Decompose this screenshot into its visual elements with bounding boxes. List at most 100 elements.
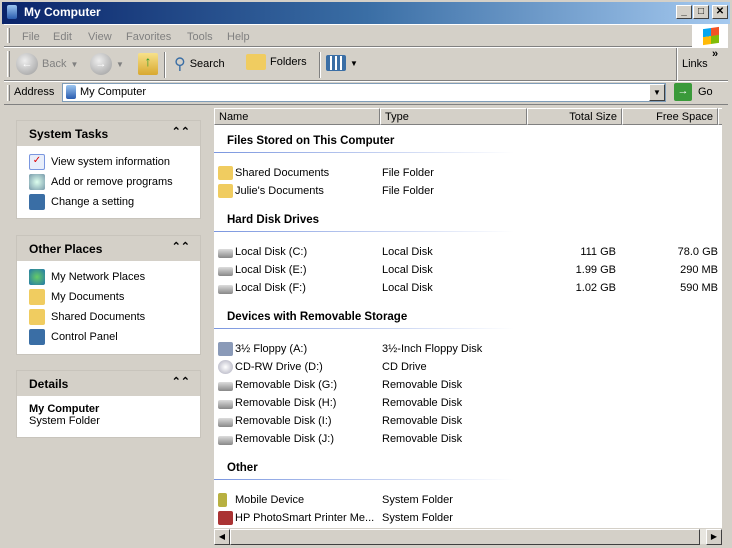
item-free-space: 78.0 GB: [677, 246, 718, 258]
item-free-space: 290 MB: [680, 264, 718, 276]
collapse-chevron-icon[interactable]: ⌃⌃: [172, 375, 190, 388]
folders-button[interactable]: Folders: [246, 54, 307, 70]
file-list: Name Type Total Size Free Space C Files …: [214, 108, 722, 528]
link-label: My Network Places: [51, 271, 146, 283]
control-panel-link[interactable]: Control Panel: [17, 327, 200, 347]
group-header: Other: [227, 462, 258, 474]
item-type: Removable Disk: [382, 397, 463, 409]
list-item[interactable]: Local Disk (E:) Local Disk 1.99 GB 290 M…: [218, 262, 718, 280]
address-input[interactable]: My Computer ▼: [62, 83, 666, 102]
menu-favorites[interactable]: Favorites: [126, 31, 171, 43]
my-computer-icon: [7, 5, 17, 19]
other-places-header[interactable]: Other Places ⌃⌃: [17, 236, 200, 261]
menu-help[interactable]: Help: [227, 31, 250, 43]
list-item[interactable]: CD-RW Drive (D:) CD Drive: [218, 359, 718, 377]
my-network-places-link[interactable]: My Network Places: [17, 267, 200, 287]
list-item[interactable]: Shared Documents File Folder: [218, 165, 718, 183]
address-value: My Computer: [80, 86, 147, 98]
maximize-button[interactable]: □: [693, 5, 709, 19]
dropdown-arrow-icon[interactable]: ▼: [116, 60, 124, 69]
list-item[interactable]: HP PhotoSmart Printer Me... System Folde…: [218, 510, 718, 528]
item-name: 3½ Floppy (A:): [235, 343, 308, 355]
column-header-total-size[interactable]: Total Size: [527, 108, 622, 125]
group-divider: [214, 479, 514, 480]
item-name: Removable Disk (J:): [235, 433, 335, 445]
link-label: Change a setting: [51, 196, 135, 208]
minimize-button[interactable]: _: [676, 5, 692, 19]
address-dropdown-button[interactable]: ▼: [649, 84, 665, 101]
group-divider: [214, 328, 514, 329]
go-button[interactable]: → Go: [674, 83, 713, 101]
menu-edit[interactable]: Edit: [53, 31, 72, 43]
other-places-panel: Other Places ⌃⌃ My Network Places My Docu…: [16, 235, 201, 355]
links-chevron-icon[interactable]: »: [712, 48, 718, 60]
item-total-size: 111 GB: [580, 246, 616, 258]
dropdown-arrow-icon[interactable]: ▼: [350, 59, 358, 68]
window-title: My Computer: [24, 5, 101, 19]
links-button[interactable]: Links: [682, 58, 708, 70]
change-setting-link[interactable]: Change a setting: [17, 192, 200, 212]
my-documents-link[interactable]: My Documents: [17, 287, 200, 307]
disk-icon: [218, 267, 233, 276]
list-item[interactable]: 3½ Floppy (A:) 3½-Inch Floppy Disk: [218, 341, 718, 359]
details-header[interactable]: Details ⌃⌃: [17, 371, 200, 396]
horizontal-scrollbar[interactable]: ◀ ▶: [214, 528, 722, 545]
list-item[interactable]: Julie's Documents File Folder: [218, 183, 718, 201]
network-icon: [29, 269, 45, 285]
back-button[interactable]: ← Back ▼: [16, 53, 78, 75]
item-type: File Folder: [382, 185, 434, 197]
list-item[interactable]: Removable Disk (I:) Removable Disk: [218, 413, 718, 431]
link-label: Control Panel: [51, 331, 118, 343]
scroll-thumb[interactable]: [230, 529, 700, 545]
list-item[interactable]: Local Disk (F:) Local Disk 1.02 GB 590 M…: [218, 280, 718, 298]
list-item[interactable]: Local Disk (C:) Local Disk 111 GB 78.0 G…: [218, 244, 718, 262]
group-header: Hard Disk Drives: [227, 214, 320, 226]
shared-documents-link[interactable]: Shared Documents: [17, 307, 200, 327]
group-divider: [214, 231, 514, 232]
item-name: Local Disk (F:): [235, 282, 306, 294]
right-edge: [722, 108, 732, 528]
search-button[interactable]: ⚲ Search: [174, 54, 225, 74]
scroll-right-button[interactable]: ▶: [706, 529, 722, 545]
menu-tools[interactable]: Tools: [187, 31, 213, 43]
dropdown-arrow-icon[interactable]: ▼: [70, 60, 78, 69]
folder-icon: [218, 184, 233, 198]
item-name: Removable Disk (I:): [235, 415, 332, 427]
column-header-name[interactable]: Name: [214, 108, 380, 125]
view-system-information-link[interactable]: ✓ View system information: [17, 152, 200, 172]
system-tasks-header[interactable]: System Tasks ⌃⌃: [17, 121, 200, 146]
list-item[interactable]: Removable Disk (G:) Removable Disk: [218, 377, 718, 395]
list-item[interactable]: Mobile Device System Folder: [218, 492, 718, 510]
forward-button[interactable]: → ▼: [90, 53, 124, 75]
panel-title: System Tasks: [29, 127, 109, 141]
up-folder-button[interactable]: ↑: [138, 53, 158, 75]
views-button[interactable]: ▼: [326, 55, 358, 71]
my-computer-icon: [66, 85, 76, 99]
menu-view[interactable]: View: [88, 31, 112, 43]
list-item[interactable]: Removable Disk (H:) Removable Disk: [218, 395, 718, 413]
add-remove-programs-link[interactable]: Add or remove programs: [17, 172, 200, 192]
item-type: Local Disk: [382, 282, 433, 294]
views-icon: [326, 55, 346, 71]
item-type: 3½-Inch Floppy Disk: [382, 343, 483, 355]
disk-icon: [218, 382, 233, 391]
group-divider: [214, 152, 514, 153]
menu-file[interactable]: File: [22, 31, 40, 43]
go-arrow-icon: →: [674, 83, 692, 101]
control-panel-icon: [29, 194, 45, 210]
scroll-left-button[interactable]: ◀: [214, 529, 230, 545]
close-button[interactable]: ✕: [712, 5, 728, 19]
panel-title: Other Places: [29, 242, 103, 256]
item-type: Removable Disk: [382, 415, 463, 427]
column-header-free-space[interactable]: Free Space: [622, 108, 718, 125]
item-type: Local Disk: [382, 246, 433, 258]
list-item[interactable]: Removable Disk (J:) Removable Disk: [218, 431, 718, 449]
collapse-chevron-icon[interactable]: ⌃⌃: [172, 240, 190, 253]
disk-icon: [218, 418, 233, 427]
back-arrow-icon: ←: [16, 53, 38, 75]
folders-label: Folders: [270, 56, 307, 68]
column-header-type[interactable]: Type: [380, 108, 527, 125]
collapse-chevron-icon[interactable]: ⌃⌃: [172, 125, 190, 138]
my-documents-icon: [29, 289, 45, 305]
floppy-icon: [218, 342, 233, 356]
